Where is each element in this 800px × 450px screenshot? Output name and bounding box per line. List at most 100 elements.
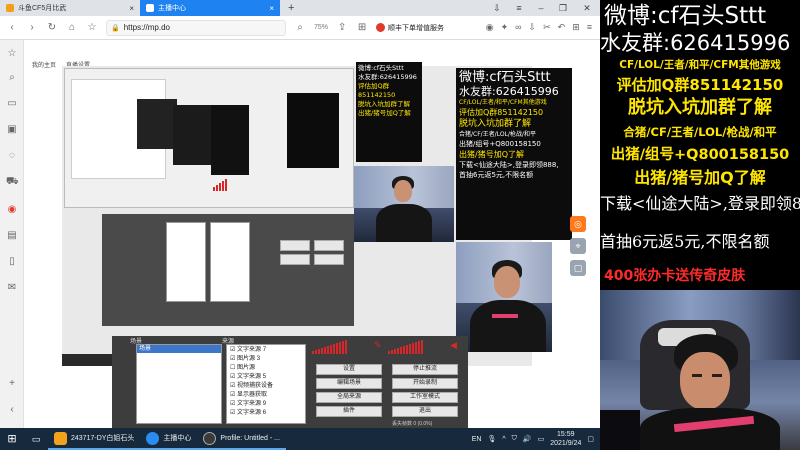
restore-button[interactable]: ❐ xyxy=(552,0,574,16)
infinity-icon[interactable]: ∞ xyxy=(515,22,521,33)
source-item[interactable]: ☑ 图片源 3 xyxy=(230,355,302,364)
square-icon[interactable]: ▢ xyxy=(570,260,586,276)
preview-weibo: 微博:cf石头Sttt xyxy=(358,64,404,72)
minimize-button[interactable]: – xyxy=(530,0,552,16)
scene-item[interactable]: 场景 xyxy=(137,345,221,353)
plugins-button[interactable]: 插件 xyxy=(316,406,382,417)
shield-icon[interactable]: ⛉ xyxy=(512,435,517,443)
collapse-icon[interactable]: ‹ xyxy=(6,404,18,416)
chat-icon[interactable]: ◌ xyxy=(6,150,18,162)
preview-exit-group: 出猪/组号+Q800158150 xyxy=(459,140,541,148)
search-icon[interactable]: ⌕ xyxy=(6,72,18,84)
close-window-button[interactable]: ✕ xyxy=(574,0,600,16)
desk-dark xyxy=(600,410,640,450)
tab-douyu[interactable]: 斗鱼CF5月比武 × xyxy=(0,0,140,16)
undo-icon[interactable]: ↶ xyxy=(558,22,566,33)
overlay-weibo: 微博:cf石头Sttt xyxy=(604,3,767,29)
source-item[interactable]: ☑ 文字来源 9 xyxy=(230,400,302,409)
share-icon[interactable]: ⇪ xyxy=(336,22,348,33)
preview-weibo-large: 微博:cf石头Sttt xyxy=(459,70,551,85)
obs-window: 场景 来源 场景 ☑ 文字来源 7 ☑ 图片源 3 ☐ 图片源 ☑ 文字来源 5… xyxy=(112,336,468,428)
exit-button[interactable]: 退出 xyxy=(392,406,458,417)
clock-time: 15:59 xyxy=(557,431,575,438)
book-icon[interactable]: ▯ xyxy=(6,256,18,268)
preview-exit: 出猪/猪号加Q了解 xyxy=(358,109,411,117)
forward-icon[interactable]: › xyxy=(26,22,38,33)
task-view-icon[interactable]: ▭ xyxy=(24,428,48,450)
page-content: 我的主页 直播设置 微博:cf石头Sttt 水友群:626415996 xyxy=(24,40,600,428)
global-sources-button[interactable]: 全局来源 xyxy=(316,392,382,403)
settings-button[interactable]: 设置 xyxy=(316,364,382,375)
downloads-icon[interactable]: ⇩ xyxy=(486,0,508,16)
mic-tray-icon[interactable]: 🎙 xyxy=(487,435,496,443)
network-icon[interactable]: ▭ xyxy=(538,435,545,443)
search-icon[interactable]: ⌕ xyxy=(294,22,306,33)
mic-icon[interactable]: ✎ xyxy=(374,340,382,351)
eye xyxy=(712,374,722,377)
studio-mode-button[interactable]: 工作室模式 xyxy=(392,392,458,403)
tv-icon[interactable]: ▣ xyxy=(6,124,18,136)
sf-logo-icon xyxy=(376,23,386,32)
nested-obs-button xyxy=(314,254,344,265)
volume-icon[interactable]: 🔊 xyxy=(523,435,532,443)
taskbar-item-obs[interactable]: Profile: Untitled - ... xyxy=(197,428,286,450)
home-icon[interactable]: ⌂ xyxy=(66,22,78,33)
bookmark-star-icon[interactable]: ☆ xyxy=(86,22,98,33)
extension-icon[interactable]: ✦ xyxy=(501,22,509,33)
taskbar-item-browser[interactable]: 主播中心 xyxy=(140,428,198,450)
preview-download: 下载<仙途大陆>,登录即领888, xyxy=(459,161,559,169)
weibo-icon[interactable]: ◉ xyxy=(6,204,18,216)
refresh-icon[interactable]: ↻ xyxy=(46,22,58,33)
close-tab-icon[interactable]: × xyxy=(269,4,274,13)
target-icon[interactable]: ⌖ xyxy=(570,238,586,254)
tab-anchor-center[interactable]: 主播中心 × xyxy=(140,0,280,16)
download-icon[interactable]: ⇩ xyxy=(529,22,537,33)
source-item[interactable]: ☑ 文字来源 5 xyxy=(230,373,302,382)
source-item[interactable]: ☑ 视频捕获设备 xyxy=(230,382,302,391)
url-field[interactable]: 🔒 https://mp.do xyxy=(106,19,286,36)
start-record-button[interactable]: 开始录制 xyxy=(392,378,458,389)
source-item[interactable]: ☑ 文字来源 7 xyxy=(230,346,302,355)
browser-window: 斗鱼CF5月比武 × 主播中心 × + ⇩ ≡ – ❐ ✕ ‹ › ↻ ⌂ ☆ xyxy=(0,0,600,428)
stop-stream-button[interactable]: 停止推流 xyxy=(392,364,458,375)
cut-icon[interactable]: ✂ xyxy=(543,22,551,33)
overlay-exit-group: 出猪/组号+Q800158150 xyxy=(610,147,790,163)
video-icon[interactable]: ▭ xyxy=(6,98,18,110)
back-icon[interactable]: ‹ xyxy=(6,22,18,33)
grid-icon[interactable]: ⊞ xyxy=(356,22,368,33)
game-icon[interactable]: ◉ xyxy=(486,22,494,33)
zoom-level[interactable]: 75% xyxy=(314,24,328,31)
live-icon[interactable]: ◎ xyxy=(570,216,586,232)
notes-icon[interactable]: ▤ xyxy=(6,230,18,242)
cart-icon[interactable]: ⛟ xyxy=(6,176,19,188)
notification-icon[interactable]: ▢ xyxy=(587,435,594,443)
source-item[interactable]: ☐ 图片源 xyxy=(230,364,302,373)
ime-indicator[interactable]: EN xyxy=(472,436,482,443)
douyu-app-icon xyxy=(54,431,67,445)
star-icon[interactable]: ☆ xyxy=(6,48,18,60)
nested-overlay xyxy=(287,93,339,168)
windows-start-icon[interactable]: ⊞ xyxy=(0,428,24,450)
add-icon[interactable]: + xyxy=(6,378,18,390)
chevron-up-icon[interactable]: ^ xyxy=(502,436,505,443)
breadcrumb-item[interactable]: 我的主页 xyxy=(32,60,56,69)
grid-menu-icon[interactable]: ⊞ xyxy=(572,22,580,33)
clock[interactable]: 15:59 2021/9/24 xyxy=(550,430,581,448)
preview-merge: 合猪/CF/王者/LOL/枪战/和平 xyxy=(459,131,536,138)
source-item[interactable]: ☑ 显示器获取 xyxy=(230,391,302,400)
edit-scene-button[interactable]: 编辑场景 xyxy=(316,378,382,389)
close-tab-icon[interactable]: × xyxy=(129,4,134,13)
mail-icon[interactable]: ✉ xyxy=(6,282,18,294)
ad-link[interactable]: 顺丰下单增值服务 xyxy=(376,23,444,33)
browser-app-icon xyxy=(146,431,160,445)
taskbar-item-douyu[interactable]: 243717-DY白姐石头 xyxy=(48,428,141,450)
menu-icon[interactable]: ≡ xyxy=(508,0,530,16)
stream-overlay: 微博:cf石头Sttt 水友群:626415996 CF/LOL/王者/和平/C… xyxy=(600,0,800,290)
speaker-icon[interactable]: ◀ xyxy=(450,340,457,351)
more-icon[interactable]: ≡ xyxy=(587,22,592,33)
taskbar-label: 243717-DY白姐石头 xyxy=(71,435,135,442)
douyu-icon xyxy=(6,4,14,12)
page-icon xyxy=(146,4,154,12)
new-tab-button[interactable]: + xyxy=(280,2,302,14)
source-item[interactable]: ☑ 文字来源 6 xyxy=(230,409,302,418)
